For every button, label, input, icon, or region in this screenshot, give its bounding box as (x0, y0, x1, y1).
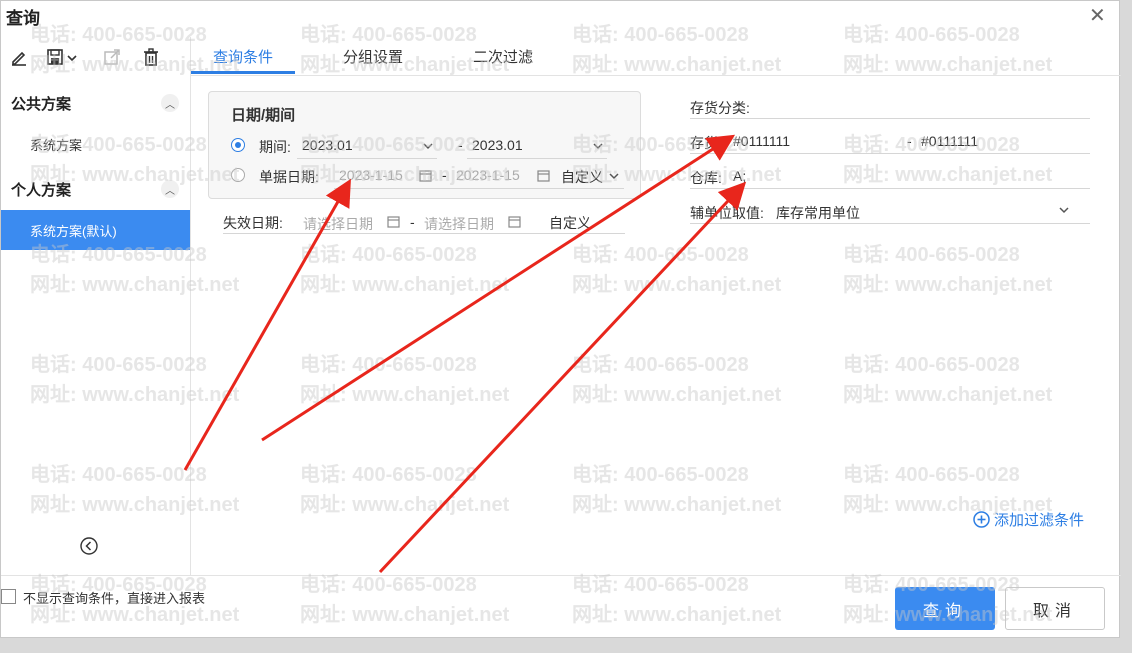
doc-date-from-input[interactable]: 2023-1-15 (339, 167, 403, 183)
expiry-to-input[interactable]: 请选择日期 (424, 214, 494, 234)
tab-secondary-filter[interactable]: 二次过滤 (473, 46, 533, 67)
period-radio[interactable] (231, 138, 245, 152)
doc-date-underline (334, 188, 624, 189)
aux-unit-select[interactable]: 库存常用单位 (776, 203, 860, 223)
doc-date-to-input[interactable]: 2023-1-15 (456, 167, 520, 183)
scheme-item-label: 系统方案(默认) (30, 224, 117, 239)
period-to-underline (467, 158, 607, 159)
period-label: 期间: (259, 139, 291, 155)
skip-conditions-label: 不显示查询条件，直接进入报表 (23, 591, 206, 606)
cancel-button[interactable]: 取消 (1005, 587, 1105, 630)
period-to-select[interactable]: 2023.01 (472, 137, 523, 153)
aux-unit-label: 辅单位取值: (690, 205, 764, 221)
warehouse-input[interactable]: A; (733, 168, 746, 184)
expiry-from-input[interactable]: 请选择日期 (303, 214, 373, 234)
date-period-box: 日期/期间 期间: 2023.01 - 2023.01 单据日期: 2023-1… (208, 91, 641, 199)
inventory-separator: - (907, 133, 912, 149)
doc-date-label: 单据日期: (259, 169, 319, 185)
scheme-item-system-default[interactable]: 系统方案(默认) (1, 210, 190, 250)
scheme-item-system[interactable]: 系统方案 (30, 135, 82, 154)
chevron-down-icon[interactable] (607, 169, 621, 183)
expiry-mode-select[interactable]: 自定义 (549, 213, 591, 233)
inventory-from-input[interactable]: #0111111 (733, 133, 790, 149)
personal-scheme-title: 个人方案 (11, 182, 72, 199)
trash-icon[interactable] (140, 46, 162, 68)
period-from-underline (297, 158, 437, 159)
doc-date-radio[interactable] (231, 168, 245, 182)
doc-date-separator: - (442, 167, 447, 183)
inventory-to-input[interactable]: #0111111 (921, 133, 978, 149)
warehouse-label: 仓库: (690, 170, 722, 186)
period-from-select[interactable]: 2023.01 (302, 137, 353, 153)
add-filter-label: 添加过滤条件 (994, 512, 1085, 529)
aux-unit-underline (690, 223, 1090, 224)
chevron-down-icon[interactable] (1057, 203, 1071, 217)
scheme-panel: 公共方案 ︿ 系统方案 个人方案 ︿ 系统方案(默认) (1, 37, 191, 575)
chevron-down-icon[interactable] (421, 139, 435, 153)
public-scheme-title: 公共方案 (11, 96, 72, 113)
close-icon[interactable]: ✕ (1089, 3, 1106, 28)
tab-query-conditions[interactable]: 查询条件 (213, 46, 273, 67)
query-button[interactable]: 查询 (895, 587, 995, 630)
chevron-down-icon[interactable] (591, 139, 605, 153)
footer-divider (1, 575, 1121, 576)
add-filter-button[interactable]: 添加过滤条件 (973, 509, 1084, 530)
expiry-label: 失效日期: (223, 215, 283, 231)
date-section-title: 日期/期间 (231, 107, 296, 124)
inventory-category-label: 存货分类: (690, 100, 750, 116)
query-dialog: 查询 ✕ 公共方案 ︿ 系统方案 个人方案 ︿ 系统方案(默认) 查询条件 分组… (0, 0, 1121, 638)
collapse-panel-icon[interactable] (80, 537, 98, 555)
tab-group-settings[interactable]: 分组设置 (343, 46, 403, 67)
calendar-icon[interactable] (508, 215, 521, 228)
dialog-title: 查询 (6, 9, 40, 28)
chevron-up-icon[interactable]: ︿ (161, 94, 179, 112)
inventory-label: 存货: (690, 135, 722, 151)
expiry-separator: - (410, 214, 415, 230)
calendar-icon[interactable] (419, 169, 432, 182)
period-separator: - (458, 137, 463, 153)
pencil-icon[interactable] (8, 46, 30, 68)
inventory-underline (690, 153, 1090, 154)
plus-circle-icon (973, 511, 990, 528)
active-tab-indicator (191, 71, 295, 74)
chevron-up-icon[interactable]: ︿ (161, 180, 179, 198)
calendar-icon[interactable] (387, 215, 400, 228)
expiry-underline (223, 233, 625, 234)
doc-date-mode-select[interactable]: 自定义 (561, 167, 603, 187)
scheme-toolbar (1, 37, 190, 77)
warehouse-underline (690, 188, 1090, 189)
tab-bar: 查询条件 分组设置 二次过滤 (191, 37, 1121, 76)
calendar-icon[interactable] (537, 169, 550, 182)
skip-conditions-checkbox[interactable] (1, 589, 16, 604)
inventory-category-underline[interactable] (690, 118, 1090, 119)
save-icon[interactable] (45, 46, 81, 68)
export-icon[interactable] (101, 46, 123, 68)
